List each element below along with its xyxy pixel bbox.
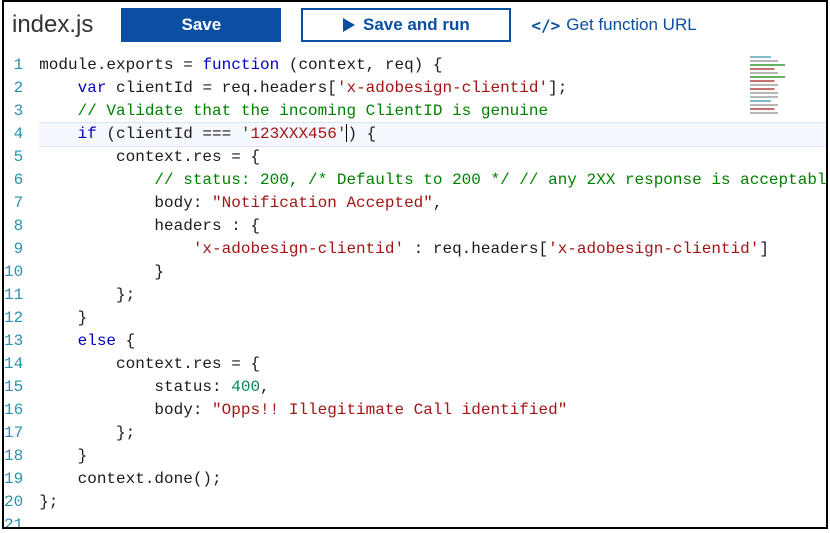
line-number: 12 bbox=[4, 307, 23, 330]
line-number: 9 bbox=[4, 238, 23, 261]
code-line[interactable]: module.exports = function (context, req)… bbox=[39, 54, 828, 77]
line-number: 10 bbox=[4, 261, 23, 284]
line-number: 18 bbox=[4, 445, 23, 468]
filename-label: index.js bbox=[12, 11, 93, 39]
line-number: 11 bbox=[4, 284, 23, 307]
line-number: 1 bbox=[4, 54, 23, 77]
code-line[interactable]: context.done(); bbox=[39, 468, 828, 491]
save-and-run-button[interactable]: Save and run bbox=[301, 8, 511, 42]
line-number: 17 bbox=[4, 422, 23, 445]
line-number: 6 bbox=[4, 169, 23, 192]
code-line[interactable]: body: "Opps!! Illegitimate Call identifi… bbox=[39, 399, 828, 422]
line-number: 2 bbox=[4, 77, 23, 100]
code-line[interactable]: context.res = { bbox=[39, 353, 828, 376]
code-line[interactable]: }; bbox=[39, 491, 828, 514]
save-button[interactable]: Save bbox=[121, 8, 281, 42]
code-line[interactable]: headers : { bbox=[39, 215, 828, 238]
line-number: 3 bbox=[4, 100, 23, 123]
code-line[interactable]: } bbox=[39, 261, 828, 284]
code-line[interactable] bbox=[39, 514, 828, 529]
code-line[interactable]: }; bbox=[39, 422, 828, 445]
code-icon: </> bbox=[531, 16, 560, 35]
code-line[interactable]: // status: 200, /* Defaults to 200 */ //… bbox=[39, 169, 828, 192]
code-line[interactable]: if (clientId === '123XXX456') { bbox=[39, 122, 828, 147]
line-number-gutter: 123456789101112131415161718192021 bbox=[4, 48, 33, 529]
save-and-run-label: Save and run bbox=[363, 15, 470, 35]
code-line[interactable]: } bbox=[39, 307, 828, 330]
code-area[interactable]: module.exports = function (context, req)… bbox=[33, 48, 828, 529]
code-line[interactable]: var clientId = req.headers['x-adobesign-… bbox=[39, 77, 828, 100]
code-line[interactable]: body: "Notification Accepted", bbox=[39, 192, 828, 215]
code-line[interactable]: context.res = { bbox=[39, 146, 828, 169]
line-number: 21 bbox=[4, 514, 23, 529]
line-number: 5 bbox=[4, 146, 23, 169]
code-line[interactable]: else { bbox=[39, 330, 828, 353]
toolbar: index.js Save Save and run </> Get funct… bbox=[4, 2, 826, 48]
code-editor[interactable]: 123456789101112131415161718192021 module… bbox=[4, 48, 826, 529]
code-line[interactable]: } bbox=[39, 445, 828, 468]
line-number: 14 bbox=[4, 353, 23, 376]
line-number: 8 bbox=[4, 215, 23, 238]
line-number: 13 bbox=[4, 330, 23, 353]
get-function-url-label: Get function URL bbox=[566, 15, 696, 35]
line-number: 4 bbox=[4, 123, 23, 146]
get-function-url-link[interactable]: </> Get function URL bbox=[531, 15, 696, 35]
code-line[interactable]: }; bbox=[39, 284, 828, 307]
code-line[interactable]: status: 400, bbox=[39, 376, 828, 399]
line-number: 7 bbox=[4, 192, 23, 215]
line-number: 16 bbox=[4, 399, 23, 422]
line-number: 20 bbox=[4, 491, 23, 514]
line-number: 15 bbox=[4, 376, 23, 399]
code-line[interactable]: 'x-adobesign-clientid' : req.headers['x-… bbox=[39, 238, 828, 261]
code-line[interactable]: // Validate that the incoming ClientID i… bbox=[39, 100, 828, 123]
play-icon bbox=[343, 18, 355, 32]
line-number: 19 bbox=[4, 468, 23, 491]
